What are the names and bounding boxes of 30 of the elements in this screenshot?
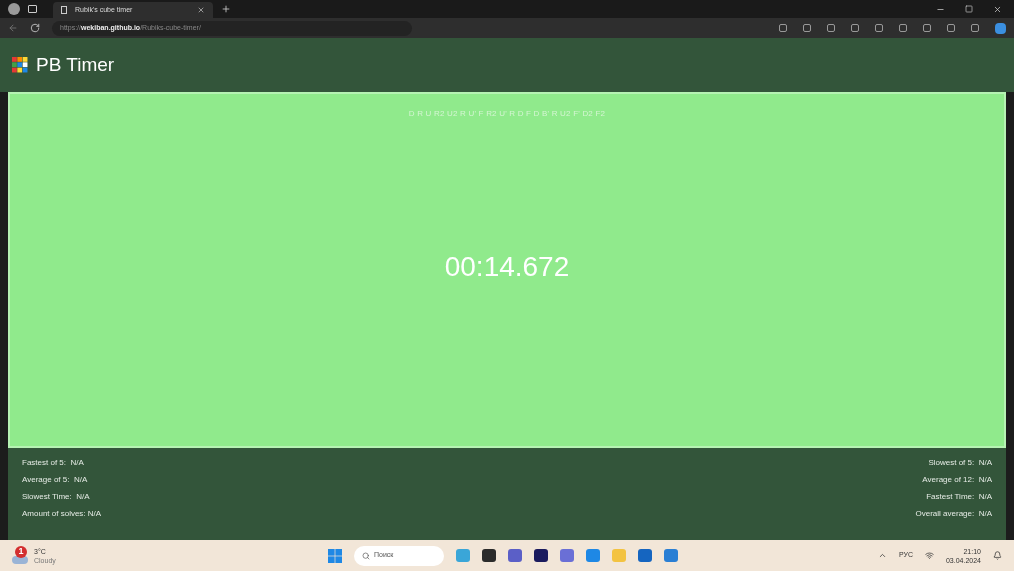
taskbar-app-icon[interactable] — [508, 549, 522, 562]
stat-label: Slowest Time: N/A — [22, 491, 91, 503]
close-icon[interactable] — [993, 4, 1002, 14]
stat-label: Fastest Time: N/A — [926, 491, 992, 503]
stat-label: Slowest of 5: N/A — [928, 457, 992, 469]
reload-icon[interactable] — [30, 23, 40, 33]
search-icon — [362, 551, 370, 560]
back-icon[interactable] — [8, 23, 18, 33]
taskbar-app-icon[interactable] — [534, 549, 548, 562]
profile-icon[interactable] — [8, 3, 20, 15]
stat-label: Average of 5: N/A — [22, 474, 89, 486]
start-icon[interactable] — [328, 548, 342, 563]
stat-label: Overall average: N/A — [915, 508, 992, 520]
tab-actions-icon[interactable] — [28, 5, 37, 13]
bell-icon[interactable] — [993, 551, 1002, 560]
taskbar-app-icon[interactable] — [638, 549, 652, 562]
stat-label: Average of 12: N/A — [922, 474, 992, 486]
page-icon — [61, 6, 67, 14]
timer-display: 00:14.672 — [444, 250, 570, 284]
new-tab-icon[interactable] — [221, 4, 231, 14]
stat-label: Amount of solves: N/A — [22, 508, 102, 520]
taskbar-app-icon[interactable] — [482, 549, 496, 562]
wifi-icon[interactable] — [924, 551, 934, 560]
chevron-up-icon[interactable] — [877, 551, 887, 560]
close-icon[interactable] — [197, 6, 205, 14]
cube-icon — [12, 57, 28, 73]
notification-badge: 1 — [15, 545, 27, 558]
maximize-icon[interactable] — [965, 5, 973, 13]
app-title: PB Timer — [36, 52, 115, 77]
stat-label: Fastest of 5: N/A — [22, 457, 85, 469]
